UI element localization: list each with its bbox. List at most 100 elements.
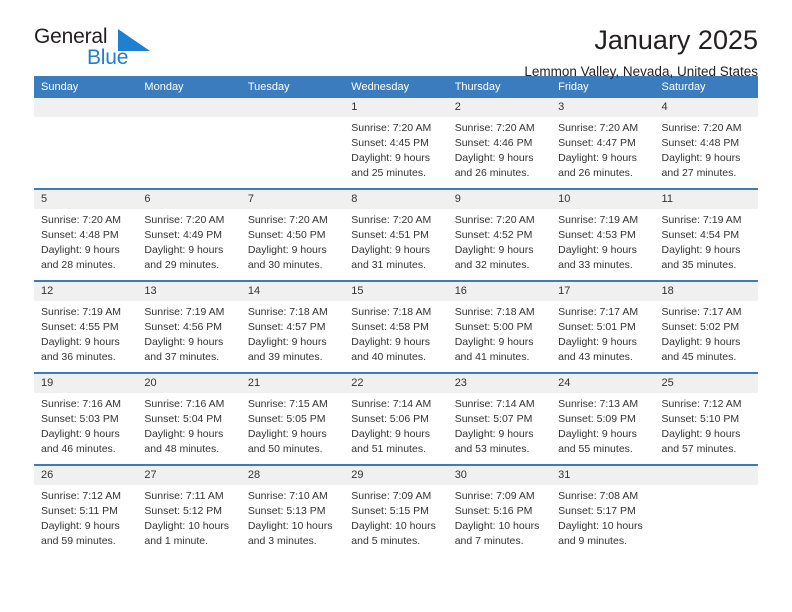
daylight-duration-line2: and 25 minutes. xyxy=(351,166,426,179)
calendar-day-cell[interactable]: 1 Sunrise: 7:20 AM Sunset: 4:45 PM Daylight… xyxy=(344,98,448,189)
daylight-duration-line1: Daylight: 10 hours xyxy=(558,519,643,532)
daylight-duration-line2: and 32 minutes. xyxy=(454,258,530,271)
sunset-time: Sunset: 4:56 PM xyxy=(144,320,223,333)
sunset-time: Sunset: 4:58 PM xyxy=(351,320,429,333)
daylight-duration-line1: Daylight: 9 hours xyxy=(454,151,534,164)
sunset-time: Sunset: 4:53 PM xyxy=(558,228,636,241)
calendar-day-cell[interactable]: 13 Sunrise: 7:19 AM Sunset: 4:56 PM Dayligh… xyxy=(137,280,241,373)
daylight-duration-line1: Daylight: 9 hours xyxy=(247,335,327,348)
sunrise-time: Sunrise: 7:17 AM xyxy=(661,306,742,318)
day-details: Sunrise: 7:08 AM Sunset: 5:17 PM Daylight:… xyxy=(551,485,654,549)
daylight-duration-line2: and 46 minutes. xyxy=(41,442,116,455)
sunrise-time: Sunrise: 7:10 AM xyxy=(247,490,328,502)
calendar-day-cell[interactable]: 2 Sunrise: 7:20 AM Sunset: 4:46 PM Daylight… xyxy=(447,98,552,189)
daylight-duration-line2: and 55 minutes. xyxy=(558,442,633,455)
calendar-day-cell[interactable]: 10 Sunrise: 7:19 AM Sunset: 4:53 PM Dayligh… xyxy=(551,188,655,281)
calendar-day-cell[interactable]: 12 Sunrise: 7:19 AM Sunset: 4:55 PM Dayligh… xyxy=(34,280,138,373)
day-number: 27 xyxy=(137,466,241,485)
day-details: Sunrise: 7:19 AM Sunset: 4:56 PM Daylight:… xyxy=(137,301,240,365)
sunrise-time: Sunrise: 7:19 AM xyxy=(144,306,225,318)
day-number: 26 xyxy=(34,466,138,485)
sunrise-time: Sunrise: 7:18 AM xyxy=(247,306,328,318)
calendar-day-cell[interactable]: 4 Sunrise: 7:20 AM Sunset: 4:48 PM Daylight… xyxy=(654,98,758,189)
sunrise-time: Sunrise: 7:17 AM xyxy=(558,306,639,318)
daylight-duration-line1: Daylight: 9 hours xyxy=(41,243,120,256)
sunrise-time: Sunrise: 7:14 AM xyxy=(351,398,432,410)
sunrise-time: Sunrise: 7:13 AM xyxy=(558,398,639,410)
day-details: Sunrise: 7:20 AM Sunset: 4:45 PM Daylight:… xyxy=(344,117,447,181)
sunset-time: Sunset: 5:04 PM xyxy=(144,412,223,425)
daylight-duration-line2: and 37 minutes. xyxy=(144,350,220,363)
sunrise-time: Sunrise: 7:20 AM xyxy=(247,214,328,226)
calendar-day-cell[interactable]: 11 Sunrise: 7:19 AM Sunset: 4:54 PM Dayligh… xyxy=(654,188,758,281)
calendar-day-cell[interactable]: 22 Sunrise: 7:14 AM Sunset: 5:06 PM Dayligh… xyxy=(344,372,448,465)
day-number xyxy=(654,466,758,485)
daylight-duration-line2: and 48 minutes. xyxy=(144,442,220,455)
calendar-day-cell[interactable]: 20 Sunrise: 7:16 AM Sunset: 5:04 PM Dayligh… xyxy=(137,372,241,465)
daylight-duration-line1: Daylight: 9 hours xyxy=(351,151,431,164)
day-details: Sunrise: 7:17 AM Sunset: 5:02 PM Daylight:… xyxy=(655,301,758,365)
sunset-time: Sunset: 4:57 PM xyxy=(247,320,326,333)
sunrise-time: Sunrise: 7:08 AM xyxy=(558,490,639,502)
calendar-day-cell[interactable]: 23 Sunrise: 7:14 AM Sunset: 5:07 PM Dayligh… xyxy=(447,372,552,465)
calendar-day-cell[interactable]: 14 Sunrise: 7:18 AM Sunset: 4:57 PM Dayligh… xyxy=(240,280,345,373)
generalblue-logo[interactable]: General Blue xyxy=(34,26,154,74)
calendar-week-row: 12 Sunrise: 7:19 AM Sunset: 4:55 PM Dayligh… xyxy=(34,280,758,373)
sunset-time: Sunset: 5:15 PM xyxy=(351,504,429,517)
day-number: 29 xyxy=(344,466,448,485)
calendar-day-cell[interactable]: 26 Sunrise: 7:12 AM Sunset: 5:11 PM Dayligh… xyxy=(34,464,138,556)
daylight-duration-line1: Daylight: 9 hours xyxy=(351,335,431,348)
calendar-day-cell[interactable]: 21 Sunrise: 7:15 AM Sunset: 5:05 PM Dayligh… xyxy=(240,372,345,465)
day-number xyxy=(137,98,241,117)
sunset-time: Sunset: 4:48 PM xyxy=(661,136,740,149)
sunset-time: Sunset: 5:11 PM xyxy=(41,504,118,517)
daylight-duration-line2: and 28 minutes. xyxy=(41,258,116,271)
daylight-duration-line2: and 30 minutes. xyxy=(247,258,323,271)
calendar-day-cell[interactable]: 6 Sunrise: 7:20 AM Sunset: 4:49 PM Daylight… xyxy=(137,188,241,281)
calendar-day-cell[interactable]: 8 Sunrise: 7:20 AM Sunset: 4:51 PM Daylight… xyxy=(344,188,448,281)
day-details: Sunrise: 7:17 AM Sunset: 5:01 PM Daylight:… xyxy=(551,301,654,365)
daylight-duration-line1: Daylight: 9 hours xyxy=(41,335,120,348)
calendar-cell-empty xyxy=(137,98,241,189)
calendar-day-cell[interactable]: 25 Sunrise: 7:12 AM Sunset: 5:10 PM Dayligh… xyxy=(654,372,758,465)
calendar-week-row: 19 Sunrise: 7:16 AM Sunset: 5:03 PM Dayligh… xyxy=(34,372,758,465)
day-number: 19 xyxy=(34,374,138,393)
calendar-day-cell[interactable]: 3 Sunrise: 7:20 AM Sunset: 4:47 PM Daylight… xyxy=(551,98,655,189)
sunrise-time: Sunrise: 7:09 AM xyxy=(351,490,432,502)
day-number: 14 xyxy=(240,282,345,301)
daylight-duration-line2: and 40 minutes. xyxy=(351,350,426,363)
calendar-day-cell[interactable]: 19 Sunrise: 7:16 AM Sunset: 5:03 PM Dayligh… xyxy=(34,372,138,465)
daylight-duration-line2: and 1 minute. xyxy=(144,534,209,547)
calendar-day-cell[interactable]: 18 Sunrise: 7:17 AM Sunset: 5:02 PM Dayligh… xyxy=(654,280,758,373)
sunset-time: Sunset: 5:17 PM xyxy=(558,504,636,517)
sunrise-time: Sunrise: 7:20 AM xyxy=(661,122,742,134)
day-details: Sunrise: 7:14 AM Sunset: 5:07 PM Daylight:… xyxy=(448,393,551,457)
sunset-time: Sunset: 5:12 PM xyxy=(144,504,223,517)
daylight-duration-line1: Daylight: 9 hours xyxy=(144,243,224,256)
day-number: 28 xyxy=(240,466,345,485)
day-details: Sunrise: 7:15 AM Sunset: 5:05 PM Daylight:… xyxy=(241,393,344,457)
calendar-week-row: 5 Sunrise: 7:20 AM Sunset: 4:48 PM Daylight… xyxy=(34,188,758,281)
sunset-time: Sunset: 4:51 PM xyxy=(351,228,429,241)
calendar-day-cell[interactable]: 9 Sunrise: 7:20 AM Sunset: 4:52 PM Daylight… xyxy=(447,188,552,281)
calendar-day-cell[interactable]: 7 Sunrise: 7:20 AM Sunset: 4:50 PM Daylight… xyxy=(240,188,345,281)
calendar-day-cell[interactable]: 24 Sunrise: 7:13 AM Sunset: 5:09 PM Dayligh… xyxy=(551,372,655,465)
sunset-time: Sunset: 5:00 PM xyxy=(454,320,533,333)
day-number: 25 xyxy=(654,374,758,393)
day-details: Sunrise: 7:16 AM Sunset: 5:04 PM Daylight:… xyxy=(137,393,240,457)
calendar-page: General Blue January 2025 Lemmon Valley,… xyxy=(0,0,792,612)
weekday-header-tuesday: Tuesday xyxy=(240,76,345,98)
day-details: Sunrise: 7:18 AM Sunset: 4:57 PM Daylight:… xyxy=(241,301,344,365)
calendar-day-cell[interactable]: 16 Sunrise: 7:18 AM Sunset: 5:00 PM Dayligh… xyxy=(447,280,552,373)
daylight-duration-line2: and 26 minutes. xyxy=(558,166,633,179)
calendar-day-cell[interactable]: 27 Sunrise: 7:11 AM Sunset: 5:12 PM Dayligh… xyxy=(137,464,241,556)
calendar-day-cell[interactable]: 17 Sunrise: 7:17 AM Sunset: 5:01 PM Dayligh… xyxy=(551,280,655,373)
calendar-day-cell[interactable]: 15 Sunrise: 7:18 AM Sunset: 4:58 PM Dayligh… xyxy=(344,280,448,373)
calendar-day-cell[interactable]: 28 Sunrise: 7:10 AM Sunset: 5:13 PM Dayligh… xyxy=(240,464,345,556)
sunrise-time: Sunrise: 7:19 AM xyxy=(41,306,121,318)
calendar-day-cell[interactable]: 29 Sunrise: 7:09 AM Sunset: 5:15 PM Dayligh… xyxy=(344,464,448,556)
calendar-day-cell[interactable]: 31 Sunrise: 7:08 AM Sunset: 5:17 PM Dayligh… xyxy=(551,464,655,556)
day-number: 20 xyxy=(137,374,241,393)
calendar-day-cell[interactable]: 5 Sunrise: 7:20 AM Sunset: 4:48 PM Daylight… xyxy=(34,188,138,281)
calendar-day-cell[interactable]: 30 Sunrise: 7:09 AM Sunset: 5:16 PM Dayligh… xyxy=(447,464,552,556)
